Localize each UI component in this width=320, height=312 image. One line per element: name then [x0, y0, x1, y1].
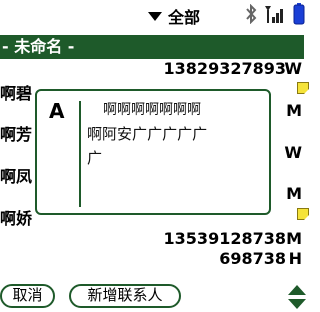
scroll-arrows-icon[interactable] [287, 284, 307, 310]
candidate-char[interactable]: 广 [177, 123, 192, 144]
contact-type: M [286, 229, 302, 248]
chevron-down-icon [148, 11, 162, 21]
battery-icon[interactable] [293, 3, 305, 25]
contact-type: M [286, 184, 302, 203]
candidate-char[interactable]: 广 [192, 123, 207, 144]
candidate-char[interactable]: 啊 [187, 99, 201, 119]
contact-type: H [288, 249, 302, 268]
candidate-char[interactable]: 广 [132, 123, 147, 144]
contact-number: 13539128738 [163, 229, 286, 248]
bottom-bar: 取消 新增联系人 [0, 284, 311, 312]
candidate-char[interactable]: 广 [162, 123, 177, 144]
candidate-char[interactable]: 啊 [159, 99, 173, 119]
candidate-char[interactable]: 啊 [103, 99, 117, 119]
input-letter: A [49, 99, 65, 123]
contact-name: 啊凤 [0, 167, 33, 186]
candidate-row-2: 啊 阿 安 广 广 广 广 广 [87, 123, 207, 144]
category-dropdown[interactable]: 全部 [148, 4, 200, 28]
candidate-char[interactable]: 阿 [102, 123, 117, 144]
note-icon[interactable] [297, 208, 309, 220]
contact-name: 啊碧 [0, 84, 33, 103]
candidate-char[interactable]: 广 [87, 147, 102, 168]
candidate-char[interactable]: 安 [117, 123, 132, 144]
divider [79, 101, 81, 207]
section-header: - 未命名 - [0, 35, 304, 59]
contact-name: 啊芳 [0, 125, 33, 144]
candidate-char[interactable]: 啊 [131, 99, 145, 119]
candidate-char[interactable]: 啊 [173, 99, 187, 119]
handwriting-candidate-popup[interactable]: A 啊 啊 啊 啊 啊 啊 啊 啊 阿 安 广 广 广 广 广 广 [35, 89, 271, 215]
contact-number: 13829327893 [163, 59, 286, 78]
contact-type: M [286, 101, 302, 120]
candidate-char[interactable]: 啊 [87, 123, 102, 144]
list-item[interactable]: 13539128738 M [0, 229, 304, 249]
candidate-char[interactable]: 啊 [117, 99, 131, 119]
category-label: 全部 [168, 8, 201, 27]
candidate-char[interactable]: 啊 [145, 99, 159, 119]
list-item[interactable]: 13829327893 W [0, 59, 304, 79]
status-bar: 全部 [0, 0, 311, 28]
candidate-row-3: 广 [87, 147, 102, 168]
note-icon[interactable] [297, 82, 309, 94]
new-contact-button[interactable]: 新增联系人 [69, 284, 181, 308]
candidate-char[interactable]: 广 [147, 123, 162, 144]
candidate-row-1: 啊 啊 啊 啊 啊 啊 啊 [103, 99, 201, 119]
list-item[interactable]: 698738 H [0, 249, 304, 269]
contact-type: W [284, 59, 302, 78]
contact-name: 啊娇 [0, 209, 33, 228]
signal-icon[interactable] [263, 4, 287, 24]
contact-number: 698738 [219, 249, 286, 268]
bluetooth-icon[interactable] [245, 4, 257, 24]
cancel-button[interactable]: 取消 [0, 284, 55, 308]
system-tray [245, 3, 305, 25]
contact-type: W [284, 143, 302, 162]
